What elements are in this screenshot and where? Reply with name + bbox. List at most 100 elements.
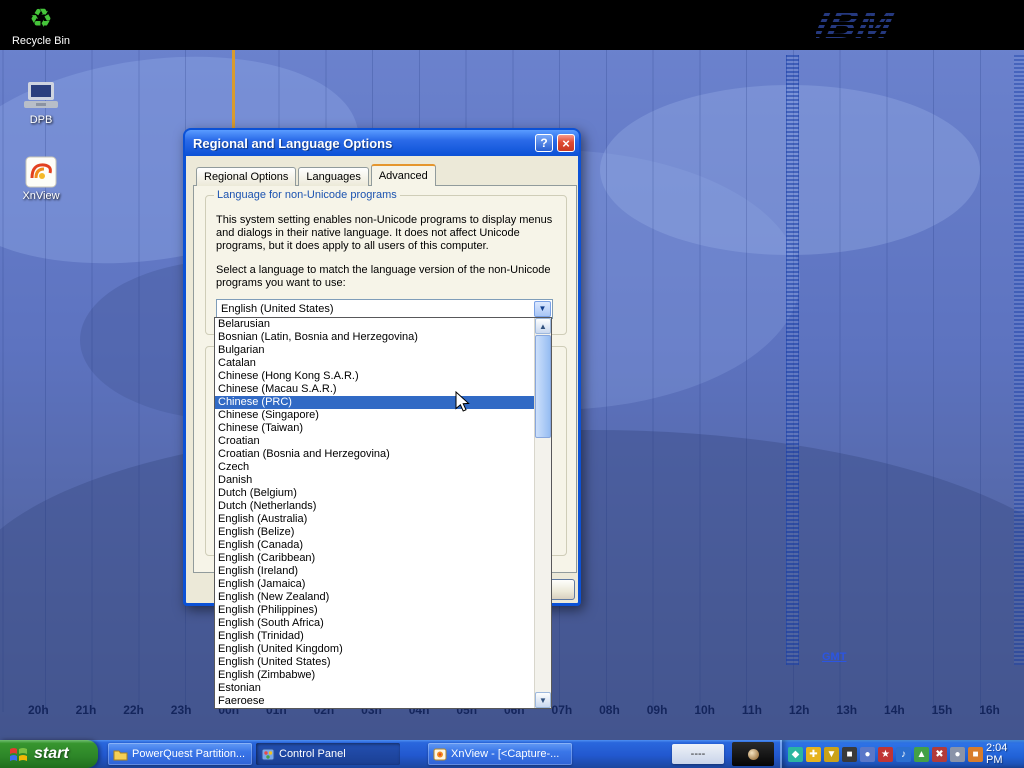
folder-icon [113,748,128,761]
tab-advanced[interactable]: Advanced [371,164,436,186]
antivirus-shield-icon[interactable]: ✚ [806,747,821,762]
language-option[interactable]: English (Philippines) [215,604,534,617]
tab-languages[interactable]: Languages [298,167,368,186]
hour-label: 09h [647,703,668,717]
scrollbar-track[interactable] [535,334,551,692]
description-text-2: Select a language to match the language … [216,264,554,290]
laptop-icon [23,80,59,112]
desktop-icon-recycle-bin[interactable]: ♻ Recycle Bin [8,3,74,47]
language-option[interactable]: Dutch (Netherlands) [215,500,534,513]
non-unicode-groupbox: Language for non-Unicode programs This s… [205,195,567,335]
windows-flag-icon [9,746,28,763]
language-option[interactable]: Belarusian [215,318,534,331]
remove-hardware-icon[interactable]: ✖ [932,747,947,762]
language-option[interactable]: Chinese (Hong Kong S.A.R.) [215,370,534,383]
start-button[interactable]: start [0,740,98,768]
combobox-dropdown-button[interactable]: ▼ [534,301,551,317]
hour-label: 22h [123,703,144,717]
language-option[interactable]: Czech [215,461,534,474]
taskbar-item-powerquest[interactable]: PowerQuest Partition... [108,743,252,765]
hour-label: 16h [979,703,1000,717]
language-option[interactable]: English (Australia) [215,513,534,526]
close-button[interactable]: × [557,134,575,152]
language-option[interactable]: Croatian (Bosnia and Herzegovina) [215,448,534,461]
taskbar: start PowerQuest Partition... Control Pa… [0,740,1024,768]
xnview-icon [24,156,58,188]
description-text-1: This system setting enables non-Unicode … [216,214,554,253]
hour-label: 20h [28,703,49,717]
desktop-icon-xnview[interactable]: XnView [8,156,74,202]
task-scheduler-icon[interactable]: ★ [878,747,893,762]
scroll-up-button[interactable]: ▲ [535,318,551,334]
help-icon: ? [540,136,547,150]
language-option[interactable]: English (Belize) [215,526,534,539]
taskbar-item-control-panel[interactable]: Control Panel [256,743,400,765]
language-option[interactable]: Danish [215,474,534,487]
language-combobox[interactable]: English (United States) ▼ [216,299,553,319]
language-option[interactable]: Chinese (PRC) [215,396,534,409]
network-icon[interactable]: ■ [842,747,857,762]
language-list: BelarusianBosnian (Latin, Bosnia and Her… [215,318,534,708]
tab-regional-options[interactable]: Regional Options [196,167,296,186]
xnview-task-icon [433,748,447,761]
language-option[interactable]: Catalan [215,357,534,370]
language-option[interactable]: Bulgarian [215,344,534,357]
edge-hatch-band [1014,55,1024,665]
meridian-hatch-band [786,55,799,665]
gmt-label: GMT [822,651,846,663]
hour-label: 11h [742,703,762,717]
language-option[interactable]: English (Zimbabwe) [215,669,534,682]
hour-label: 13h [836,703,857,717]
hour-label: 23h [171,703,192,717]
language-option[interactable]: English (Caribbean) [215,552,534,565]
language-option[interactable]: English (Canada) [215,539,534,552]
help-button[interactable]: ? [535,134,553,152]
language-option[interactable]: Faeroese [215,695,534,708]
desktop-icon-label: XnView [8,190,74,202]
desktop-icon-dpb[interactable]: DPB [8,80,74,126]
language-option[interactable]: Dutch (Belgium) [215,487,534,500]
start-label: start [34,745,69,763]
graphics-driver-icon[interactable]: ◆ [788,747,803,762]
update-icon[interactable]: ▼ [824,747,839,762]
arrow-down-icon: ▼ [539,696,547,705]
hour-label: 15h [932,703,953,717]
language-option[interactable]: English (Trinidad) [215,630,534,643]
language-option[interactable]: English (New Zealand) [215,591,534,604]
dark-panel-icon [748,749,759,760]
hour-label: 08h [599,703,620,717]
taskbar-item-mini[interactable]: ---- [672,744,724,764]
hour-label: 10h [694,703,715,717]
language-option[interactable]: Chinese (Macau S.A.R.) [215,383,534,396]
language-option[interactable]: English (United States) [215,656,534,669]
combobox-value: English (United States) [221,303,334,315]
scroll-down-button[interactable]: ▼ [535,692,551,708]
top-black-band: IBM [0,0,1024,50]
language-bar-icon[interactable]: ● [950,747,965,762]
chevron-down-icon: ▼ [539,300,547,318]
messenger-icon[interactable]: ▲ [914,747,929,762]
language-option[interactable]: Bosnian (Latin, Bosnia and Herzegovina) [215,331,534,344]
power-icon[interactable]: ■ [968,747,983,762]
scrollbar-thumb[interactable] [535,335,551,438]
volume-icon[interactable]: ♪ [896,747,911,762]
language-option[interactable]: English (Jamaica) [215,578,534,591]
hour-label: 12h [789,703,810,717]
language-option[interactable]: Chinese (Singapore) [215,409,534,422]
display-settings-icon[interactable]: ● [860,747,875,762]
dialog-titlebar[interactable]: Regional and Language Options ? × [185,130,579,156]
language-option[interactable]: English (United Kingdom) [215,643,534,656]
language-option[interactable]: English (Ireland) [215,565,534,578]
taskbar-clock[interactable]: 2:04 PM [986,742,1018,766]
tray-icons: ◆✚▼■●★♪▲✖●■ [788,747,983,762]
language-option[interactable]: Chinese (Taiwan) [215,422,534,435]
language-option[interactable]: Croatian [215,435,534,448]
control-panel-icon [261,748,275,761]
dialog-title: Regional and Language Options [185,136,535,151]
language-option[interactable]: Estonian [215,682,534,695]
language-option[interactable]: English (South Africa) [215,617,534,630]
taskbar-item-xnview[interactable]: XnView - [<Capture-... [428,743,572,765]
taskbar-dark-panel[interactable] [732,742,774,766]
highlight-meridian-line [232,50,235,132]
hour-label: 14h [884,703,905,717]
